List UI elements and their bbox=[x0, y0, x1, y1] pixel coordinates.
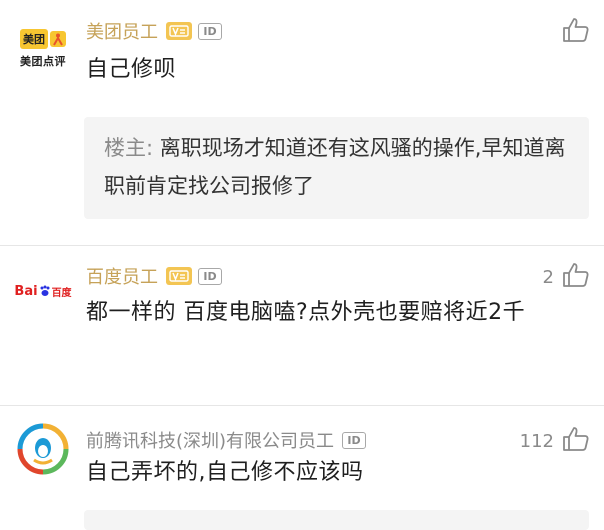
comment-username[interactable]: 前腾讯科技(深圳)有限公司员工 ID bbox=[86, 427, 367, 453]
quote-text: 离职现场才知道还有这风骚的操作,早知道离职前肯定找公司报修了 bbox=[104, 136, 566, 198]
meituan-brand-text: 美团 bbox=[20, 29, 48, 49]
verified-badge-icon bbox=[166, 22, 192, 40]
comment-text: 都一样的 百度电脑嗑?点外壳也要赔将近2千 bbox=[86, 300, 526, 325]
tencent-avatar[interactable] bbox=[14, 420, 72, 478]
quoted-reply[interactable]: 楼主: 离职现场才知道还有这风骚的操作,早知道离职前肯定找公司报修了 bbox=[84, 117, 589, 219]
like-count: 112 bbox=[519, 431, 554, 452]
id-badge: ID bbox=[198, 267, 222, 285]
comment-username[interactable]: 百度员工 ID bbox=[86, 263, 222, 289]
username-text[interactable]: 前腾讯科技(深圳)有限公司员工 bbox=[86, 427, 334, 453]
comment-username[interactable]: 美团员工 ID bbox=[86, 18, 222, 44]
id-badge: ID bbox=[198, 22, 222, 40]
tencent-logo-icon bbox=[17, 423, 69, 475]
meituan-logo-icon: 美团 bbox=[20, 29, 66, 49]
username-text[interactable]: 百度员工 bbox=[86, 263, 158, 289]
comment-text: 自己修呗 bbox=[86, 57, 177, 82]
avatar-label: 美团点评 bbox=[20, 55, 66, 68]
username-text[interactable]: 美团员工 bbox=[86, 18, 158, 44]
like-button[interactable]: 112 bbox=[520, 426, 590, 457]
baidu-avatar[interactable]: Bai 百度 bbox=[14, 262, 72, 320]
comment-text: 自己弄坏的,自己修不应该吗 bbox=[86, 460, 364, 485]
thumbs-up-icon bbox=[562, 426, 590, 457]
dianping-logo-icon bbox=[50, 31, 66, 47]
divider bbox=[0, 405, 604, 406]
divider bbox=[0, 245, 604, 246]
thumbs-up-icon bbox=[562, 17, 590, 48]
thumbs-up-icon bbox=[562, 262, 590, 293]
meituan-avatar[interactable]: 美团 美团点评 bbox=[14, 20, 72, 78]
verified-badge-icon bbox=[166, 267, 192, 285]
like-count: 2 bbox=[542, 267, 554, 288]
quote-author: 楼主: bbox=[104, 136, 154, 160]
quoted-reply-partial bbox=[84, 510, 589, 530]
like-button[interactable]: 2 bbox=[543, 262, 590, 293]
baidu-logo-icon: Bai 百度 bbox=[14, 283, 72, 299]
id-badge: ID bbox=[342, 431, 367, 449]
like-button[interactable] bbox=[554, 17, 590, 48]
